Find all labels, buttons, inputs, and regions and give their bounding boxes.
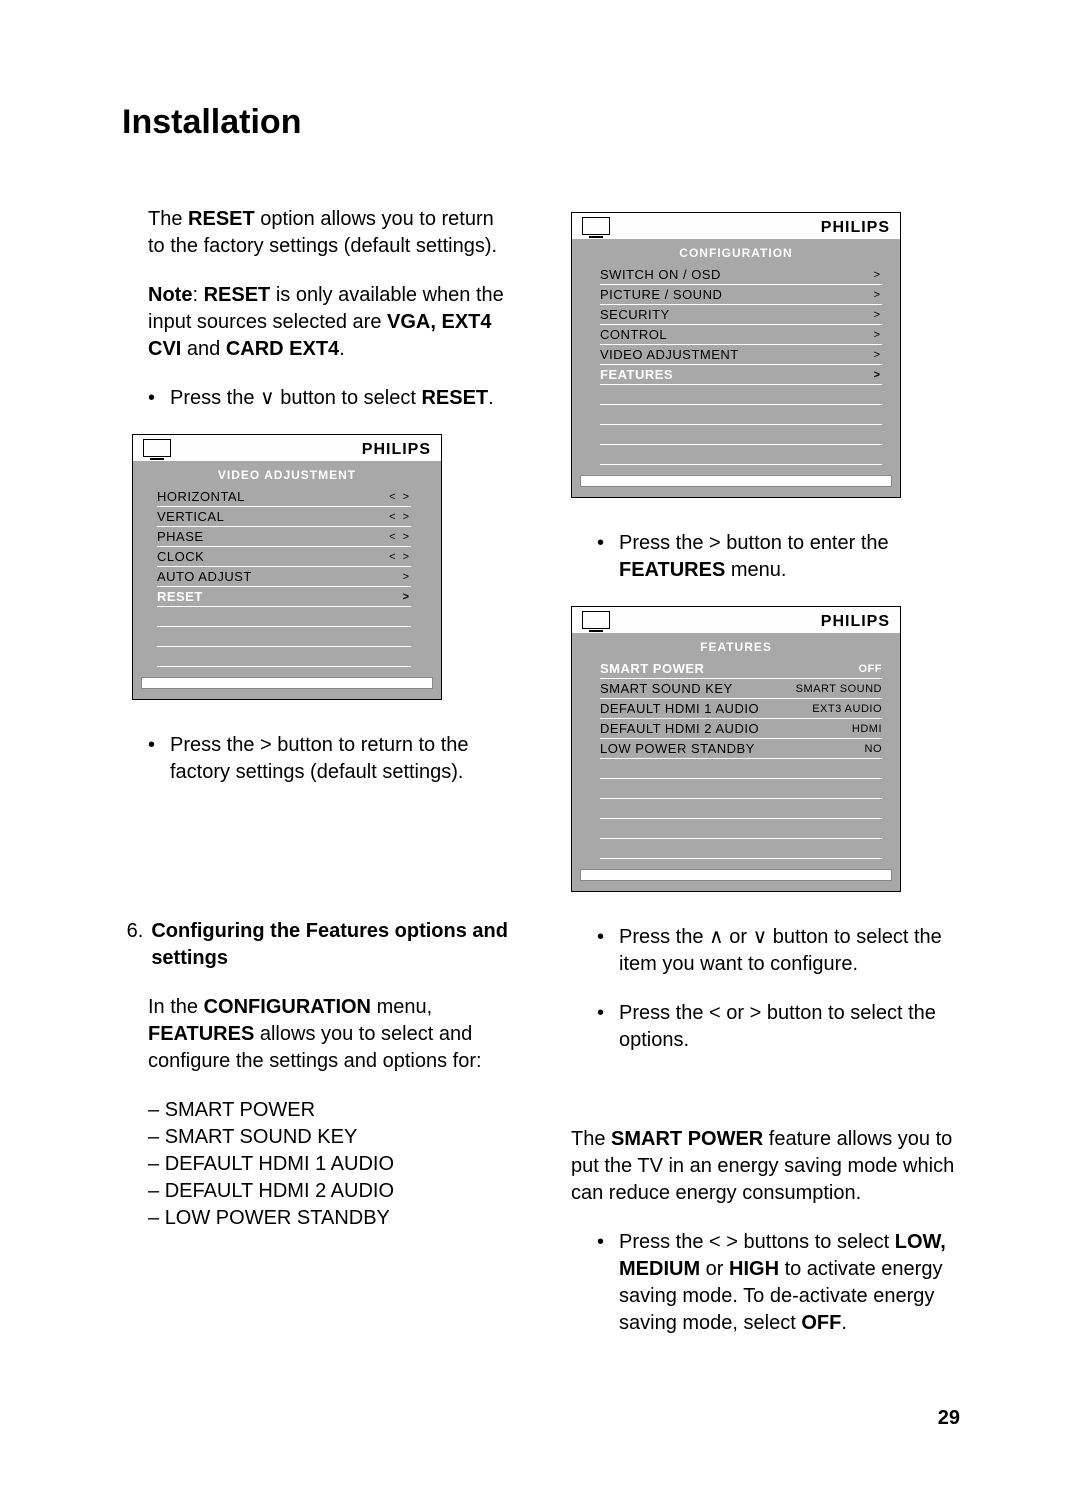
menu-row: VERTICAL< > [157, 507, 411, 527]
reset-intro: The RESET option allows you to return to… [148, 206, 511, 260]
features-list: SMART POWERSMART SOUND KEYDEFAULT HDMI 1… [148, 1097, 511, 1232]
brand-label: PHILIPS [821, 217, 890, 239]
features-intro: In the CONFIGURATION menu, FEATURES allo… [148, 994, 511, 1075]
screenshot-features: PHILIPS FEATURES SMART POWEROFFSMART SOU… [571, 606, 901, 892]
down-arrow-icon: ∨ [260, 387, 275, 409]
menu-footer [141, 677, 433, 689]
menu-row-empty [600, 779, 882, 799]
right-arrow-icon: > [750, 1002, 762, 1024]
list-item: DEFAULT HDMI 2 AUDIO [148, 1178, 511, 1205]
tv-icon [582, 217, 610, 239]
menu-footer [580, 475, 892, 487]
menu-row-empty [600, 799, 882, 819]
menu-row-empty [600, 819, 882, 839]
list-item: SMART POWER [148, 1097, 511, 1124]
menu-title: FEATURES [572, 637, 900, 659]
menu-footer [580, 869, 892, 881]
menu-row: VIDEO ADJUSTMENT> [600, 345, 882, 365]
down-arrow-icon: ∨ [753, 926, 768, 948]
menu-row: SMART POWEROFF [600, 659, 882, 679]
menu-row-empty [157, 647, 411, 667]
menu-row-empty [157, 627, 411, 647]
list-item: DEFAULT HDMI 1 AUDIO [148, 1151, 511, 1178]
menu-row: PHASE< > [157, 527, 411, 547]
menu-row-empty [600, 759, 882, 779]
menu-row-empty [157, 607, 411, 627]
press-right-factory: Press the > button to return to the fact… [148, 732, 511, 786]
right-arrow-icon: > [726, 1231, 738, 1253]
left-arrow-icon: < [709, 1231, 721, 1253]
screenshot-video-adjustment: PHILIPS VIDEO ADJUSTMENT HORIZONTAL< >VE… [132, 434, 442, 700]
press-left-right-options: Press the < or > button to select the op… [597, 1000, 960, 1054]
tv-icon [143, 439, 171, 461]
list-item: SMART SOUND KEY [148, 1124, 511, 1151]
menu-row: SECURITY> [600, 305, 882, 325]
menu-row-empty [600, 445, 882, 465]
menu-row-empty [600, 405, 882, 425]
menu-row: SMART SOUND KEYSMART SOUND [600, 679, 882, 699]
menu-row: DEFAULT HDMI 1 AUDIOEXT3 AUDIO [600, 699, 882, 719]
menu-row: FEATURES> [600, 365, 882, 385]
brand-label: PHILIPS [362, 439, 431, 461]
right-arrow-icon: > [260, 734, 272, 756]
left-arrow-icon: < [709, 1002, 721, 1024]
menu-row: PICTURE / SOUND> [600, 285, 882, 305]
menu-row: DEFAULT HDMI 2 AUDIOHDMI [600, 719, 882, 739]
menu-row: AUTO ADJUST> [157, 567, 411, 587]
step-6-heading: 6. Configuring the Features options and … [122, 918, 511, 972]
menu-row: RESET> [157, 587, 411, 607]
smart-power-desc: The SMART POWER feature allows you to pu… [571, 1126, 960, 1207]
brand-label: PHILIPS [821, 611, 890, 633]
menu-title: CONFIGURATION [572, 243, 900, 265]
press-right-features: Press the > button to enter the FEATURES… [597, 530, 960, 584]
up-arrow-icon: ∧ [709, 926, 724, 948]
right-column: PHILIPS CONFIGURATION SWITCH ON / OSD>PI… [571, 206, 960, 1359]
screenshot-configuration: PHILIPS CONFIGURATION SWITCH ON / OSD>PI… [571, 212, 901, 498]
list-item: LOW POWER STANDBY [148, 1205, 511, 1232]
reset-note: Note: RESET is only available when the i… [148, 282, 511, 363]
menu-row-empty [600, 839, 882, 859]
page-title: Installation [122, 100, 960, 146]
tv-icon [582, 611, 610, 633]
press-lr-energy-mode: Press the < > buttons to select LOW, MED… [597, 1229, 960, 1337]
menu-row: CLOCK< > [157, 547, 411, 567]
left-column: The RESET option allows you to return to… [122, 206, 511, 1359]
menu-row: HORIZONTAL< > [157, 487, 411, 507]
press-up-down-select: Press the ∧ or ∨ button to select the it… [597, 924, 960, 978]
menu-title: VIDEO ADJUSTMENT [133, 465, 441, 487]
menu-row-empty [600, 385, 882, 405]
menu-row: SWITCH ON / OSD> [600, 265, 882, 285]
menu-row-empty [600, 425, 882, 445]
menu-row: LOW POWER STANDBYNO [600, 739, 882, 759]
page-number: 29 [938, 1405, 960, 1432]
right-arrow-icon: > [709, 532, 721, 554]
menu-row: CONTROL> [600, 325, 882, 345]
press-down-reset: Press the ∨ button to select RESET. [148, 385, 511, 412]
